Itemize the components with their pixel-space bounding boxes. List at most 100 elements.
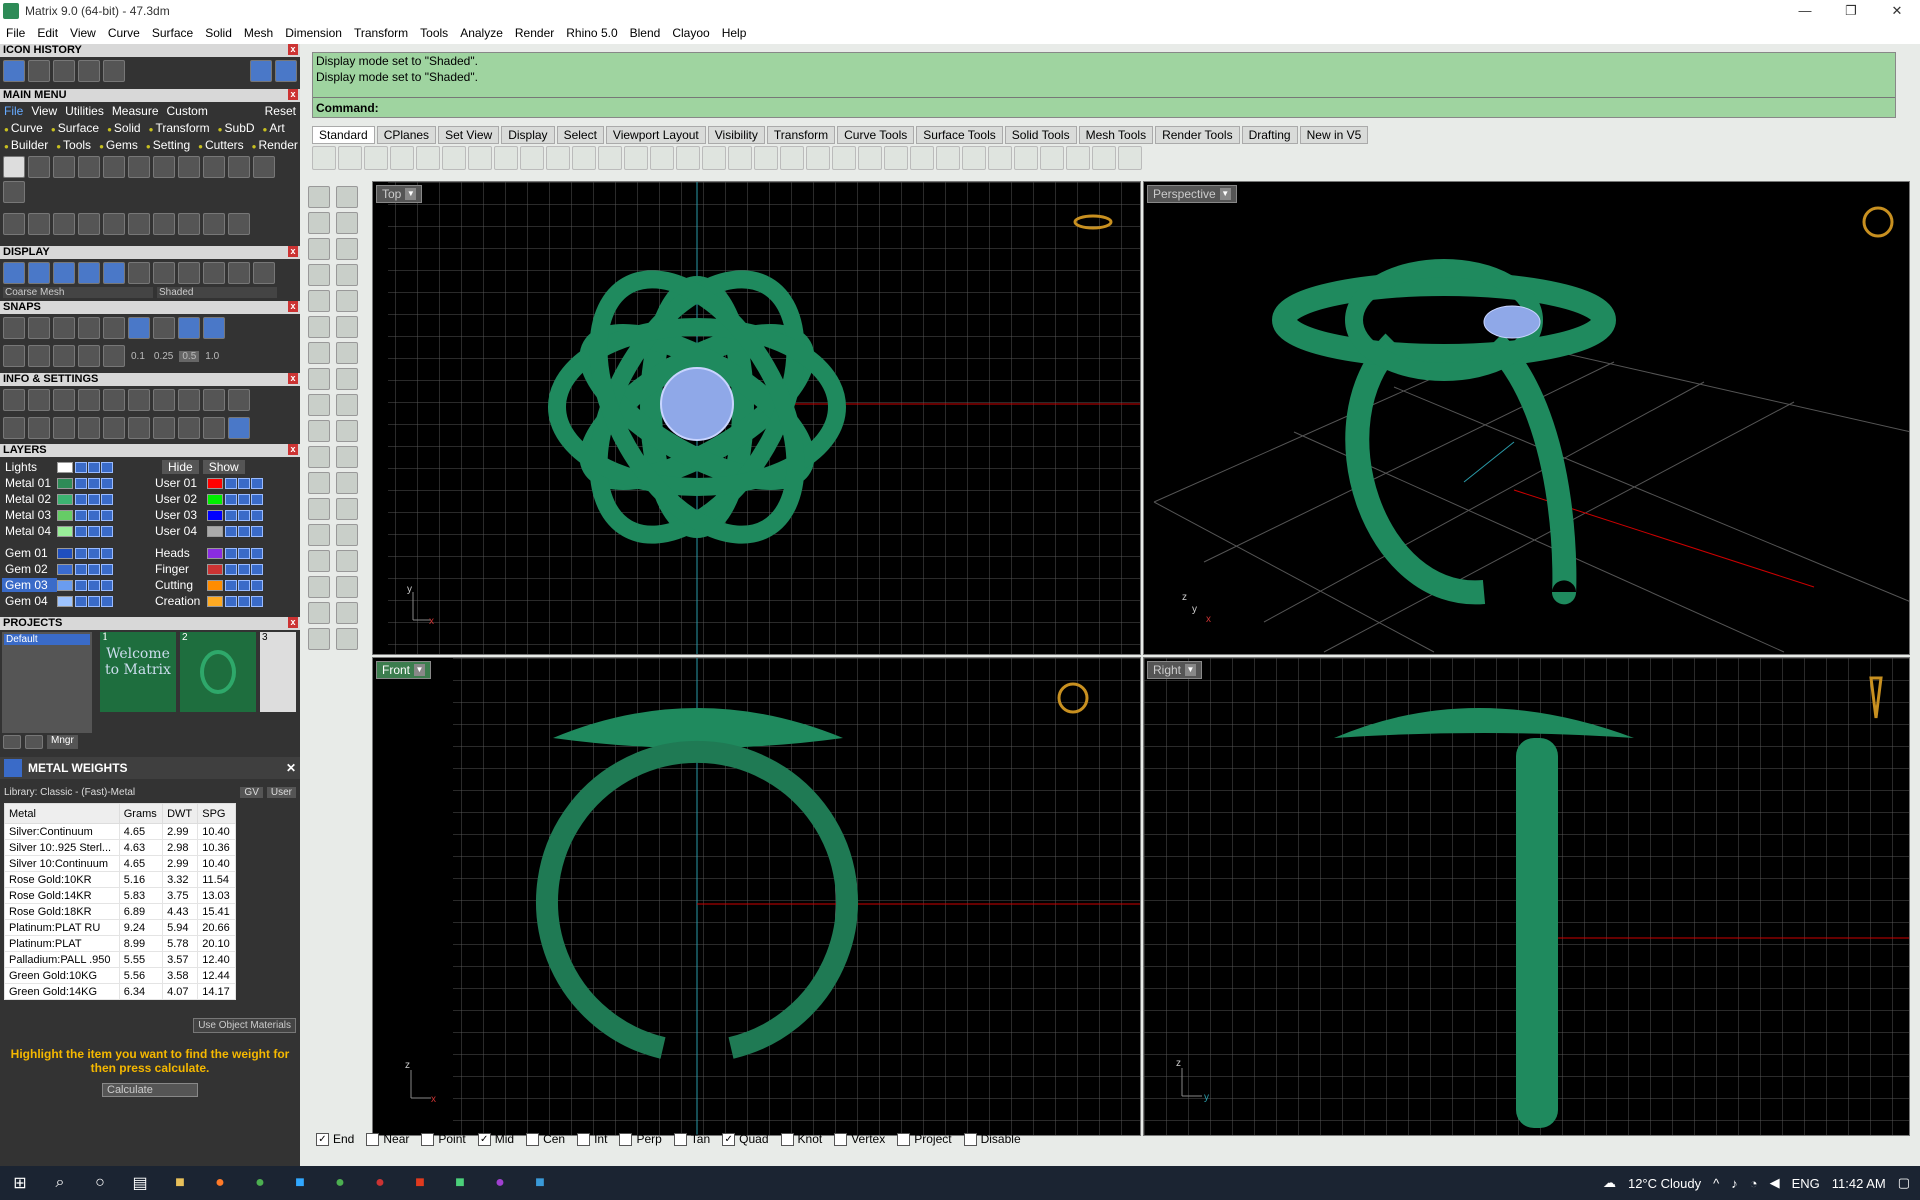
snap-icon[interactable] xyxy=(178,317,200,339)
column-header[interactable]: DWT xyxy=(162,803,199,824)
sidebar-tool-icon[interactable] xyxy=(308,212,330,234)
tab-viewport-layout[interactable]: Viewport Layout xyxy=(605,126,706,144)
osnap-cen[interactable]: Cen xyxy=(526,1132,565,1146)
lock-icon[interactable] xyxy=(88,493,100,505)
info-icon[interactable] xyxy=(53,417,75,439)
search-icon[interactable] xyxy=(28,389,50,411)
snap-icon[interactable] xyxy=(78,317,100,339)
visibility-icon[interactable] xyxy=(75,477,87,489)
shaded-sphere-icon[interactable] xyxy=(53,262,75,284)
tool-icon[interactable] xyxy=(3,213,25,235)
layer-color-swatch[interactable] xyxy=(207,493,223,505)
snap-icon[interactable] xyxy=(128,317,150,339)
tool-icon[interactable] xyxy=(178,213,200,235)
menu-view[interactable]: View xyxy=(64,26,102,40)
wireframe-icon[interactable] xyxy=(3,262,25,284)
toolbar-tool-icon[interactable] xyxy=(884,146,908,170)
sidebar-tool-icon[interactable] xyxy=(308,316,330,338)
info-icon[interactable] xyxy=(3,417,25,439)
weather-text[interactable]: 12°C Cloudy xyxy=(1628,1176,1701,1191)
layer-name[interactable]: Cutting xyxy=(152,578,207,592)
osnap-knot[interactable]: Knot xyxy=(780,1132,822,1146)
sidebar-tool-icon[interactable] xyxy=(336,628,358,650)
visibility-icon[interactable] xyxy=(75,563,87,575)
main-menu-setting[interactable]: Setting xyxy=(146,138,190,152)
layer-row[interactable]: Finger xyxy=(152,561,302,577)
sidebar-tool-icon[interactable] xyxy=(336,550,358,572)
table-row[interactable]: Green Gold:14KG 6.34 4.07 14.17 xyxy=(4,983,236,1000)
select-icon[interactable] xyxy=(101,525,113,537)
toolbar-tool-icon[interactable] xyxy=(494,146,518,170)
toolbar-tool-icon[interactable] xyxy=(624,146,648,170)
layer-name[interactable]: User 02 xyxy=(152,492,207,506)
tab-transform[interactable]: Transform xyxy=(766,126,836,144)
use-object-materials-checkbox[interactable]: Use Object Materials xyxy=(193,1018,296,1033)
visibility-icon[interactable] xyxy=(75,493,87,505)
tab-standard[interactable]: Standard xyxy=(312,126,375,144)
select-icon[interactable] xyxy=(251,563,263,575)
rendered-sphere-icon[interactable] xyxy=(78,262,100,284)
snap-icon[interactable] xyxy=(28,317,50,339)
project-thumb-3[interactable]: 3 xyxy=(260,632,296,712)
tool-icon[interactable] xyxy=(203,213,225,235)
tool-icon[interactable] xyxy=(128,213,150,235)
toolbar-tool-icon[interactable] xyxy=(338,146,362,170)
lock-icon[interactable] xyxy=(238,525,250,537)
snap-icon[interactable] xyxy=(3,317,25,339)
main-menu-measure[interactable]: Measure xyxy=(112,104,159,118)
project-default[interactable]: Default xyxy=(4,634,90,645)
visibility-icon[interactable] xyxy=(75,525,87,537)
checkbox[interactable] xyxy=(834,1132,848,1146)
tab-new-in-v5[interactable]: New in V5 xyxy=(1299,126,1369,144)
chrome-icon[interactable]: ● xyxy=(240,1166,280,1200)
firefox-icon[interactable]: ● xyxy=(200,1166,240,1200)
snap-icon[interactable] xyxy=(53,317,75,339)
visibility-icon[interactable] xyxy=(75,579,87,591)
start-icon[interactable]: ⊞ xyxy=(0,1166,40,1200)
tab-drafting[interactable]: Drafting xyxy=(1241,126,1298,144)
layer-row[interactable]: Metal 01 xyxy=(2,475,152,491)
layer-color-swatch[interactable] xyxy=(207,563,223,575)
info-icon[interactable] xyxy=(128,389,150,411)
new-icon[interactable] xyxy=(3,156,25,178)
close-icon[interactable]: x xyxy=(288,44,298,55)
lock-icon[interactable] xyxy=(88,563,100,575)
sidebar-tool-icon[interactable] xyxy=(336,212,358,234)
main-menu-solid[interactable]: Solid xyxy=(107,121,141,135)
layer-name[interactable]: Gem 01 xyxy=(2,546,57,560)
history-icon[interactable] xyxy=(28,60,50,82)
toolbar-tool-icon[interactable] xyxy=(962,146,986,170)
toolbar-tool-icon[interactable] xyxy=(832,146,856,170)
sphere-icon[interactable] xyxy=(153,262,175,284)
layer-name[interactable]: Gem 03 xyxy=(2,578,57,592)
info-icon[interactable] xyxy=(178,417,200,439)
snap-icon[interactable] xyxy=(103,345,125,367)
forward-arrow-icon[interactable] xyxy=(275,60,297,82)
tab-cplanes[interactable]: CPlanes xyxy=(376,126,437,144)
chevron-up-icon[interactable]: ^ xyxy=(1713,1176,1719,1191)
select-icon[interactable] xyxy=(251,525,263,537)
visibility-icon[interactable] xyxy=(75,547,87,559)
sidebar-tool-icon[interactable] xyxy=(336,472,358,494)
sidebar-tool-icon[interactable] xyxy=(336,186,358,208)
sidebar-tool-icon[interactable] xyxy=(336,316,358,338)
sidebar-tool-icon[interactable] xyxy=(308,420,330,442)
display-mode-select[interactable]: Shaded xyxy=(157,287,277,298)
app-icon[interactable]: ■ xyxy=(520,1166,560,1200)
tab-select[interactable]: Select xyxy=(556,126,604,144)
hide-button[interactable]: Hide xyxy=(162,460,199,474)
info-icon[interactable] xyxy=(28,417,50,439)
menu-clayoo[interactable]: Clayoo xyxy=(666,26,715,40)
save-as-icon[interactable] xyxy=(128,156,150,178)
toolbar-tool-icon[interactable] xyxy=(754,146,778,170)
table-row[interactable]: Platinum:PLAT 8.99 5.78 20.10 xyxy=(4,935,236,952)
menu-edit[interactable]: Edit xyxy=(31,26,64,40)
layer-name[interactable]: Gem 04 xyxy=(2,594,57,608)
layer-color-swatch[interactable] xyxy=(207,595,223,607)
info-icon[interactable] xyxy=(128,417,150,439)
select-icon[interactable] xyxy=(251,477,263,489)
info-icon[interactable] xyxy=(178,389,200,411)
cortana-icon[interactable]: ○ xyxy=(80,1166,120,1200)
history-icon[interactable] xyxy=(53,60,75,82)
sidebar-tool-icon[interactable] xyxy=(336,524,358,546)
